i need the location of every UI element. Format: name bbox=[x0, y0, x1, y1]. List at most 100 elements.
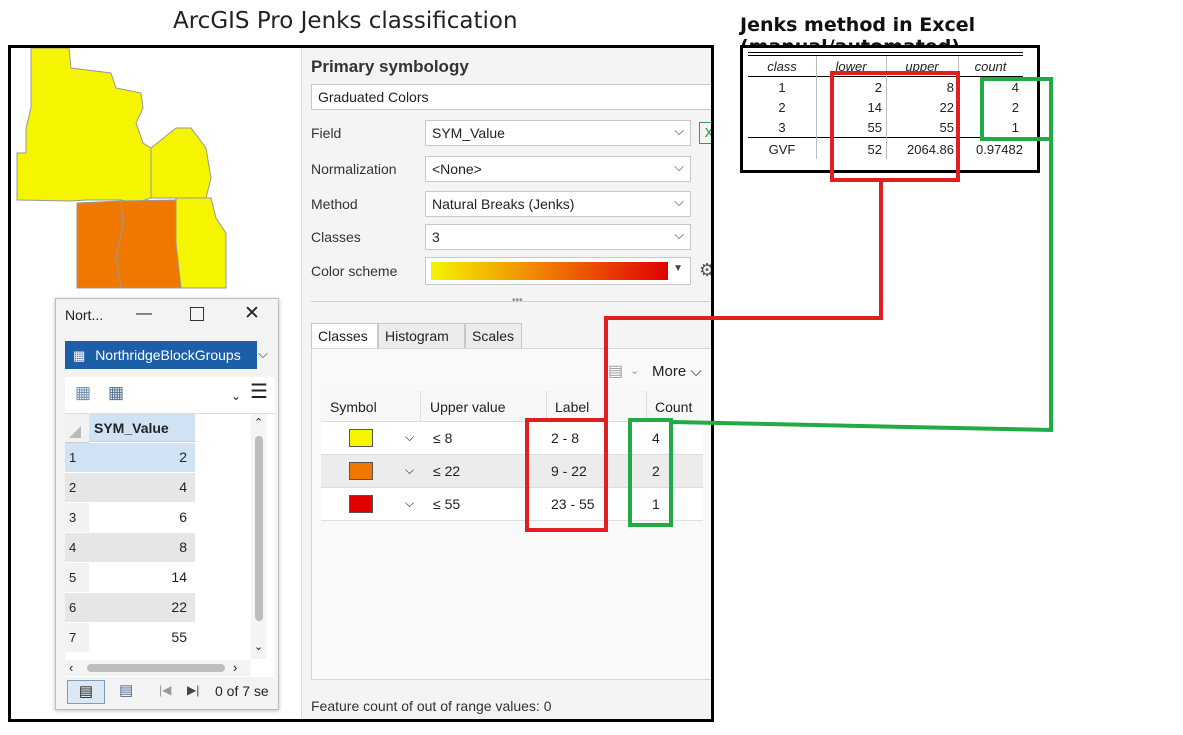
scrollbar-thumb[interactable] bbox=[255, 436, 263, 621]
excel-header-cell: lower bbox=[835, 59, 867, 74]
class-count: 4 bbox=[652, 430, 660, 446]
attribute-table-window: Nort... — ✕ ▦ NorthridgeBlockGroups ⌵ ▦ … bbox=[55, 298, 279, 710]
divider bbox=[311, 301, 711, 302]
chevron-down-icon[interactable]: ⌄ bbox=[231, 389, 241, 403]
expression-icon[interactable]: X bbox=[699, 122, 711, 144]
excel-cell: 14 bbox=[867, 100, 882, 115]
vertical-scrollbar[interactable]: ⌃ ⌄ bbox=[251, 414, 267, 659]
row-value: 4 bbox=[89, 473, 195, 502]
row-value: 8 bbox=[89, 533, 195, 562]
maximize-icon[interactable] bbox=[190, 307, 204, 321]
chevron-down-icon[interactable]: ⌵ bbox=[258, 346, 268, 362]
minimize-icon[interactable]: — bbox=[136, 305, 152, 323]
excel-header-cell: class bbox=[767, 59, 797, 74]
table-row[interactable]: 2 4 bbox=[65, 473, 195, 502]
table-row[interactable]: 3 6 bbox=[65, 503, 195, 532]
row-value: 22 bbox=[89, 593, 195, 622]
row-number: 6 bbox=[65, 593, 89, 622]
map-polygon-yellow-east[interactable] bbox=[150, 127, 212, 199]
table-row[interactable]: 1 2 bbox=[65, 443, 195, 472]
show-all-records-icon[interactable]: ▤ bbox=[67, 680, 105, 704]
chevron-down-icon[interactable]: ⌵ bbox=[405, 496, 414, 511]
renderer-dropdown[interactable]: Graduated Colors bbox=[311, 84, 711, 110]
table-status-bar: ▤ ▤ |◀ ▶| 0 of 7 se bbox=[65, 677, 275, 707]
table-row[interactable]: 4 8 bbox=[65, 533, 195, 562]
table-row[interactable]: 5 14 bbox=[65, 563, 195, 592]
classes-dropdown[interactable]: 3 ⌵ bbox=[425, 224, 691, 250]
menu-icon[interactable]: ☰ bbox=[250, 379, 268, 404]
excel-cell: 55 bbox=[867, 120, 882, 135]
chevron-down-icon: ⌵ bbox=[674, 227, 684, 242]
chevron-down-icon: ▼ bbox=[673, 263, 683, 274]
normalization-label: Normalization bbox=[311, 161, 397, 177]
map-polygon-orange-west[interactable] bbox=[76, 200, 124, 289]
class-breaks-header: Symbol Upper value Label Count bbox=[321, 391, 703, 422]
normalization-value: <None> bbox=[432, 161, 482, 177]
excel-cell: GVF bbox=[768, 142, 796, 157]
method-value: Natural Breaks (Jenks) bbox=[432, 196, 575, 212]
row-value: 2 bbox=[89, 443, 195, 472]
out-of-range-footer: Feature count of out of range values: 0 bbox=[311, 698, 552, 714]
layer-tab[interactable]: ▦ NorthridgeBlockGroups bbox=[65, 341, 257, 369]
map-polygon-orange-east[interactable] bbox=[115, 199, 182, 289]
arcgis-screenshot-frame: Primary symbology Graduated Colors Field… bbox=[8, 45, 714, 722]
class-upper-value[interactable]: ≤ 55 bbox=[433, 496, 460, 512]
show-selected-records-icon[interactable]: ▤ bbox=[119, 681, 133, 699]
class-row[interactable]: ⌵ ≤ 22 9 - 22 2 bbox=[321, 455, 703, 488]
class-symbol-swatch[interactable] bbox=[349, 462, 373, 480]
tab-classes[interactable]: Classes bbox=[311, 323, 378, 349]
chevron-down-icon[interactable]: ⌵ bbox=[405, 430, 414, 445]
class-label[interactable]: 23 - 55 bbox=[551, 496, 595, 512]
class-row[interactable]: ⌵ ≤ 8 2 - 8 4 bbox=[321, 422, 703, 455]
class-label[interactable]: 9 - 22 bbox=[551, 463, 587, 479]
table-row[interactable]: 6 22 bbox=[65, 593, 195, 622]
more-button[interactable]: More ⌵ bbox=[652, 363, 702, 380]
map-polygon-yellow-south[interactable] bbox=[175, 197, 227, 289]
class-upper-value[interactable]: ≤ 8 bbox=[433, 430, 452, 446]
scrollbar-thumb[interactable] bbox=[87, 664, 225, 672]
tab-scales[interactable]: Scales bbox=[465, 323, 522, 349]
table-icon: ▦ bbox=[73, 348, 86, 363]
excel-cell: 1 bbox=[1011, 120, 1019, 135]
tab-histogram[interactable]: Histogram bbox=[378, 323, 465, 349]
table-options-icon[interactable]: ▤ bbox=[608, 361, 623, 381]
column-header-sym-value[interactable]: SYM_Value bbox=[89, 414, 195, 442]
add-field-icon[interactable]: ▦ bbox=[75, 383, 91, 403]
primary-symbology-heading: Primary symbology bbox=[311, 57, 469, 76]
normalization-dropdown[interactable]: <None> ⌵ bbox=[425, 156, 691, 182]
row-value: 55 bbox=[89, 623, 195, 652]
arcgis-title: ArcGIS Pro Jenks classification bbox=[173, 8, 518, 34]
table-row[interactable]: 7 55 bbox=[65, 623, 195, 652]
gear-icon[interactable]: ⚙ bbox=[699, 260, 711, 281]
method-dropdown[interactable]: Natural Breaks (Jenks) ⌵ bbox=[425, 191, 691, 217]
class-row[interactable]: ⌵ ≤ 55 23 - 55 1 bbox=[321, 488, 703, 521]
field-dropdown[interactable]: SYM_Value ⌵ bbox=[425, 120, 691, 146]
color-scheme-dropdown[interactable]: ▼ bbox=[425, 257, 691, 285]
class-symbol-swatch[interactable] bbox=[349, 429, 373, 447]
scroll-down-icon[interactable]: ⌄ bbox=[254, 640, 263, 653]
splitter-handle-icon[interactable]: ••• bbox=[512, 295, 523, 306]
chevron-down-icon[interactable]: ⌵ bbox=[405, 463, 414, 478]
row-number: 5 bbox=[65, 563, 89, 592]
excel-header-cell: upper bbox=[905, 59, 939, 74]
excel-jenks-table: class lower upper count 1 2 8 4 2 14 22 … bbox=[740, 45, 1040, 173]
close-icon[interactable]: ✕ bbox=[244, 302, 260, 325]
column-header-symbol: Symbol bbox=[330, 399, 377, 415]
horizontal-scrollbar[interactable]: ‹ › bbox=[65, 660, 251, 676]
select-all-icon[interactable] bbox=[69, 426, 81, 438]
next-record-icon[interactable]: ▶| bbox=[187, 683, 199, 697]
class-upper-value[interactable]: ≤ 22 bbox=[433, 463, 460, 479]
map-polygon-yellow-west[interactable] bbox=[16, 48, 152, 204]
excel-cell: 8 bbox=[946, 80, 954, 95]
first-record-icon[interactable]: |◀ bbox=[159, 683, 171, 697]
class-symbol-swatch[interactable] bbox=[349, 495, 373, 513]
column-header-count: Count bbox=[655, 399, 693, 415]
calculate-field-icon[interactable]: ▦ bbox=[108, 383, 124, 403]
window-title: Nort... bbox=[65, 307, 104, 323]
field-value: SYM_Value bbox=[432, 125, 505, 141]
excel-cell: 55 bbox=[939, 120, 954, 135]
class-label[interactable]: 2 - 8 bbox=[551, 430, 579, 446]
scroll-left-icon[interactable]: ‹ bbox=[69, 660, 73, 675]
scroll-up-icon[interactable]: ⌃ bbox=[254, 416, 263, 429]
scroll-right-icon[interactable]: › bbox=[233, 660, 237, 675]
